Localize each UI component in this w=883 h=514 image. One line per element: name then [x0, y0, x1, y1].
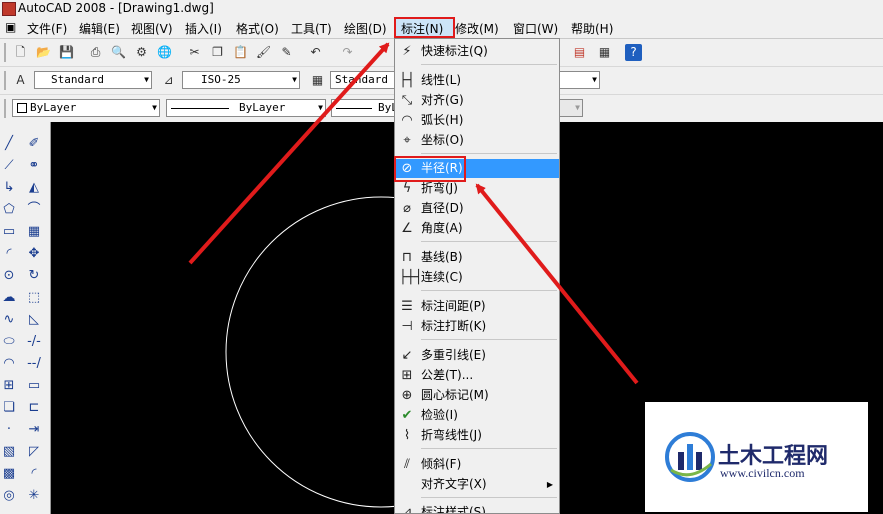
logo-url: www.civilcn.com	[720, 466, 805, 480]
watermark-logo: 土木工程网 www.civilcn.com	[645, 402, 868, 512]
logo-emblem-icon	[665, 432, 715, 482]
red-arrow-to-radius	[475, 183, 639, 385]
red-arrow-to-menu	[188, 42, 390, 265]
